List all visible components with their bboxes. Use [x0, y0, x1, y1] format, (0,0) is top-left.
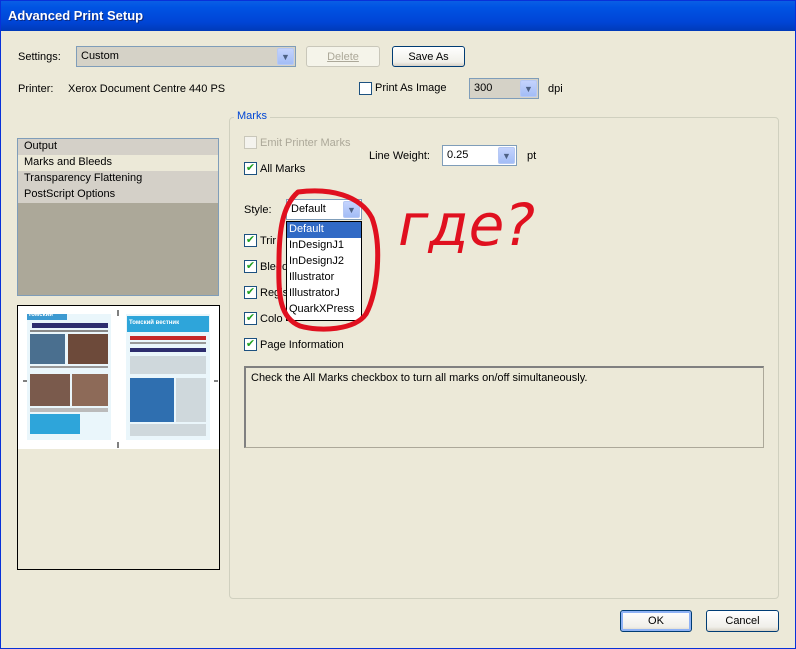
emit-printer-marks-label: Emit Printer Marks	[260, 137, 351, 149]
line-weight-label: Line Weight:	[369, 150, 430, 162]
line-weight-unit: pt	[527, 150, 537, 162]
sidebar-item-postscript-options[interactable]: PostScript Options	[18, 187, 218, 203]
preview-masthead-right: Томский вестник	[129, 320, 180, 326]
window-title: Advanced Print Setup	[8, 8, 144, 23]
page-information-checkbox[interactable]: ✔	[244, 338, 257, 351]
style-option[interactable]: InDesignJ2	[287, 254, 361, 270]
sidebar-item-label: Marks and Bleeds	[24, 156, 113, 168]
style-option[interactable]: InDesignJ1	[287, 238, 361, 254]
settings-label: Settings:	[18, 51, 61, 63]
emit-printer-marks-checkbox[interactable]	[244, 136, 257, 149]
ok-label: OK	[648, 615, 664, 627]
chevron-down-icon: ▼	[520, 80, 537, 97]
style-option[interactable]: IllustratorJ	[287, 286, 361, 302]
sidebar-item-label: Transparency Flattening	[24, 172, 143, 184]
dpi-label: dpi	[548, 83, 563, 95]
save-as-button[interactable]: Save As	[392, 46, 465, 67]
style-dropdown[interactable]: Default ▼	[286, 199, 362, 220]
marks-group-label: Marks	[234, 110, 270, 122]
ok-button[interactable]: OK	[620, 610, 692, 632]
all-marks-checkbox[interactable]: ✔	[244, 162, 257, 175]
sidebar-item-label: PostScript Options	[24, 188, 116, 200]
print-as-image-label: Print As Image	[375, 82, 447, 94]
color-bars-checkbox[interactable]: ✔	[244, 312, 257, 325]
advanced-print-setup-dialog: Advanced Print Setup Settings: Custom ▼ …	[0, 0, 796, 649]
chevron-down-icon: ▼	[343, 201, 360, 218]
printer-name: Xerox Document Centre 440 PS	[68, 83, 226, 95]
dpi-dropdown[interactable]: 300 ▼	[469, 78, 539, 99]
settings-value: Custom	[81, 50, 119, 62]
registration-marks-checkbox[interactable]: ✔	[244, 286, 257, 299]
style-option[interactable]: Illustrator	[287, 270, 361, 286]
page-preview: Томский Томский вестник	[17, 305, 220, 570]
style-option[interactable]: QuarkXPress	[287, 302, 361, 318]
line-weight-value: 0.25	[447, 149, 469, 161]
style-options-list: Default InDesignJ1 InDesignJ2 Illustrato…	[286, 221, 362, 321]
category-list: Output Marks and Bleeds Transparency Fla…	[17, 138, 219, 296]
settings-dropdown[interactable]: Custom ▼	[76, 46, 296, 67]
sidebar-item-marks-and-bleeds[interactable]: Marks and Bleeds	[18, 155, 218, 171]
delete-label: Delete	[327, 50, 359, 63]
all-marks-label: All Marks	[260, 163, 306, 175]
trim-marks-label: Trir	[260, 235, 277, 247]
description-box: Check the All Marks checkbox to turn all…	[244, 366, 764, 448]
style-label: Style:	[244, 204, 272, 216]
chevron-down-icon: ▼	[498, 147, 515, 164]
title-bar: Advanced Print Setup	[1, 1, 795, 31]
preview-thumbnail	[18, 306, 219, 449]
style-value: Default	[291, 203, 326, 215]
dpi-value: 300	[474, 82, 493, 94]
sidebar-item-label: Output	[24, 140, 58, 152]
registration-marks-label: Regis	[260, 287, 289, 299]
printer-label: Printer:	[18, 83, 54, 95]
trim-marks-checkbox[interactable]: ✔	[244, 234, 257, 247]
bleed-marks-checkbox[interactable]: ✔	[244, 260, 257, 273]
cancel-button[interactable]: Cancel	[706, 610, 779, 632]
marks-group	[229, 117, 779, 599]
sidebar-item-transparency-flattening[interactable]: Transparency Flattening	[18, 171, 218, 187]
preview-masthead-left: Томский	[28, 312, 53, 318]
description-text: Check the All Marks checkbox to turn all…	[251, 372, 588, 384]
bleed-marks-label: Bleed	[260, 261, 289, 273]
color-bars-label: Colo	[260, 313, 283, 325]
chevron-down-icon: ▼	[277, 48, 294, 65]
style-option[interactable]: Default	[287, 222, 361, 238]
save-as-label: Save As	[408, 50, 449, 63]
print-as-image-checkbox[interactable]	[359, 82, 372, 95]
delete-button[interactable]: Delete	[306, 46, 380, 67]
line-weight-dropdown[interactable]: 0.25 ▼	[442, 145, 517, 166]
sidebar-item-output[interactable]: Output	[18, 139, 218, 155]
cancel-label: Cancel	[725, 615, 760, 627]
page-information-label: Page Information	[260, 339, 344, 351]
